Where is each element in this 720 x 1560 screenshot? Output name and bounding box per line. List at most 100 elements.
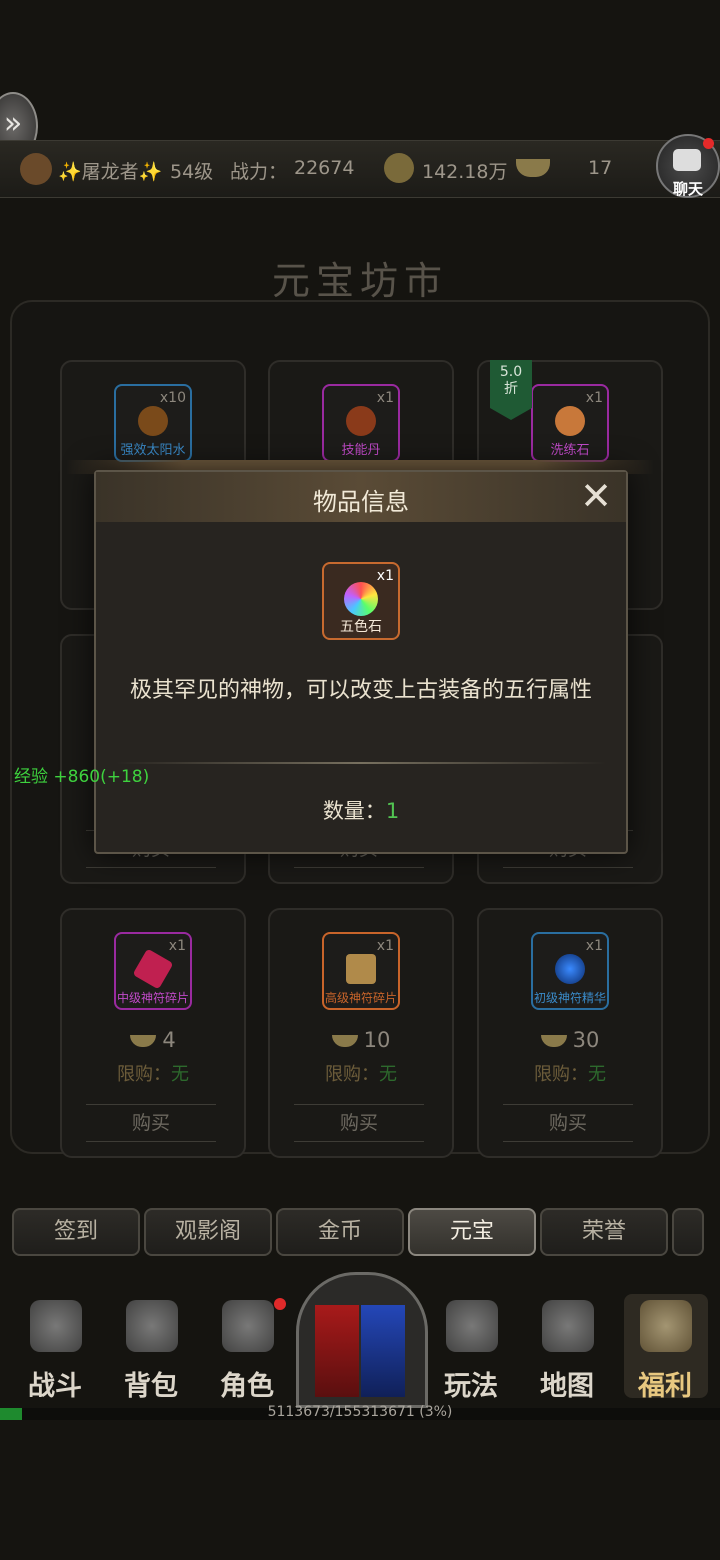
power-value: 22674	[294, 157, 355, 179]
price: 10	[270, 1028, 452, 1052]
item-slot: x1 五色石	[322, 562, 400, 640]
chat-button[interactable]: 聊天	[656, 134, 720, 198]
limit-value: 无	[171, 1064, 189, 1085]
buy-button[interactable]: 购买	[86, 1104, 216, 1142]
limit-value: 无	[588, 1064, 606, 1085]
nav-label: 玩法	[444, 1371, 498, 1402]
buy-button[interactable]: 购买	[503, 1104, 633, 1142]
nav-map[interactable]: 地图	[522, 1290, 612, 1402]
player-status-bar: ✨屠龙者✨ 54级 战力： 22674 142.18万 17	[0, 140, 720, 198]
ingot-icon	[331, 1035, 358, 1047]
shop-card-8[interactable]: x1 高级神符碎片 10 限购：无 购买	[268, 908, 454, 1158]
tab-more[interactable]	[672, 1208, 704, 1256]
rune-fragment-icon	[132, 948, 174, 990]
tab-gold[interactable]: 金币	[276, 1208, 404, 1256]
xp-text: 5113673/155313671 (3%)	[267, 1404, 453, 1420]
ingot-icon	[540, 1035, 567, 1047]
treasure-chest-icon	[640, 1300, 692, 1352]
limit-label: 限购：	[117, 1064, 171, 1085]
nav-welfare[interactable]: 福利	[620, 1290, 710, 1402]
nav-gameplay[interactable]: 玩法	[426, 1290, 516, 1402]
item-qty: x1	[376, 390, 394, 406]
coin-icon	[384, 153, 414, 183]
price: 4	[62, 1028, 244, 1052]
chat-icon	[673, 149, 701, 171]
nav-character[interactable]: 角色	[202, 1290, 292, 1402]
nav-label: 战斗	[28, 1371, 82, 1402]
gate-button[interactable]	[296, 1272, 428, 1408]
backpack-icon	[126, 1300, 178, 1352]
item-slot[interactable]: x1 初级神符精华	[531, 932, 609, 1010]
amount-value: 1	[385, 799, 400, 823]
pill-icon	[346, 406, 376, 436]
notification-dot	[274, 1298, 286, 1310]
item-qty: x1	[376, 938, 394, 954]
item-description: 极其罕见的神物，可以改变上古装备的五行属性	[129, 678, 592, 703]
item-name: 五色石	[340, 619, 382, 635]
nav-label: 背包	[124, 1371, 178, 1402]
price-value: 4	[162, 1028, 176, 1052]
discount-value: 5.0	[499, 364, 523, 380]
item-name: 中级神符碎片	[116, 991, 189, 1005]
item-name: 技能丹	[341, 443, 381, 458]
chat-label: 聊天	[672, 180, 703, 198]
helmet-icon	[222, 1300, 274, 1352]
rune-fragment-icon	[346, 954, 376, 984]
nav-battle[interactable]: 战斗	[10, 1290, 100, 1402]
potion-icon	[138, 406, 168, 436]
purchase-limit: 限购：无	[62, 1060, 244, 1086]
item-slot[interactable]: x1 中级神符碎片	[114, 932, 192, 1010]
item-amount: 数量：1	[96, 795, 626, 825]
price: 30	[479, 1028, 661, 1052]
discount-unit: 折	[504, 381, 518, 397]
sword-icon	[446, 1300, 498, 1352]
ingot-icon	[130, 1035, 157, 1047]
purchase-limit: 限购：无	[479, 1060, 661, 1086]
amount-label: 数量：	[322, 799, 386, 823]
player-avatar-icon	[20, 153, 52, 185]
item-name: 强效太阳水	[120, 443, 186, 458]
price-value: 10	[363, 1028, 391, 1052]
purchase-limit: 限购：无	[270, 1060, 452, 1086]
item-slot[interactable]: x1 洗练石	[531, 384, 609, 462]
item-name: 初级神符精华	[533, 991, 606, 1005]
nav-label: 福利	[638, 1371, 692, 1402]
chevron-right-icon: »	[3, 106, 23, 141]
item-name: 洗练石	[550, 443, 590, 458]
divider	[116, 762, 606, 764]
price-value: 30	[572, 1028, 600, 1052]
rune-essence-icon	[555, 954, 585, 984]
buy-button[interactable]: 购买	[294, 1104, 424, 1142]
item-slot[interactable]: x1 技能丹	[322, 384, 400, 462]
nav-label: 地图	[540, 1371, 594, 1402]
close-icon[interactable]: ✕	[576, 476, 616, 516]
limit-value: 无	[379, 1064, 397, 1085]
item-slot[interactable]: x10 强效太阳水	[114, 384, 192, 462]
gold-amount: 142.18万	[422, 161, 508, 183]
shop-card-7[interactable]: x1 中级神符碎片 4 限购：无 购买	[60, 908, 246, 1158]
dialog-title: 物品信息	[313, 488, 409, 516]
power-label: 战力：	[230, 161, 288, 183]
item-qty: x1	[168, 938, 186, 954]
dialog-header: 物品信息 ✕	[96, 472, 626, 522]
item-qty: x1	[585, 390, 603, 406]
shop-card-9[interactable]: x1 初级神符精华 30 限购：无 购买	[477, 908, 663, 1158]
item-info-dialog: 物品信息 ✕ x1 五色石 极其罕见的神物，可以改变上古装备的五行属性 数量：1	[94, 470, 628, 854]
nav-bag[interactable]: 背包	[106, 1290, 196, 1402]
tab-cinema[interactable]: 观影阁	[144, 1208, 272, 1256]
crossed-swords-icon	[30, 1300, 82, 1352]
exp-gain-text: 经验 +860(+18)	[14, 767, 150, 787]
ingot-icon	[516, 159, 550, 177]
red-portal-icon	[315, 1305, 359, 1397]
five-color-stone-icon	[344, 582, 378, 616]
item-qty: x1	[376, 568, 394, 584]
item-slot[interactable]: x1 高级神符碎片	[322, 932, 400, 1010]
blue-portal-icon	[361, 1305, 405, 1397]
tab-sign-in[interactable]: 签到	[12, 1208, 140, 1256]
item-qty: x1	[585, 938, 603, 954]
stone-icon	[555, 406, 585, 436]
tab-honor[interactable]: 荣誉	[540, 1208, 668, 1256]
tab-ingot[interactable]: 元宝	[408, 1208, 536, 1256]
discount-badge: 5.0 折	[490, 360, 532, 420]
nav-label: 角色	[220, 1371, 274, 1402]
